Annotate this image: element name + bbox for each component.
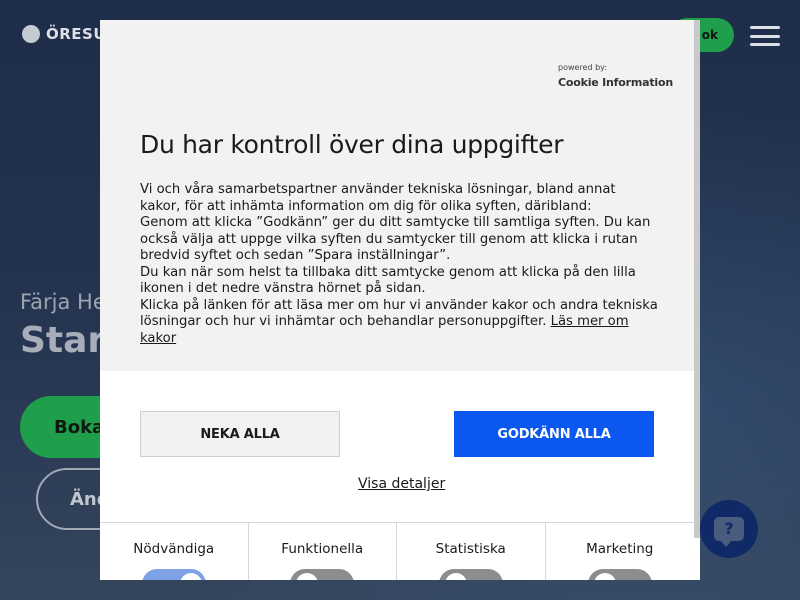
logo-icon (22, 25, 40, 43)
category-marketing: Marketing (546, 523, 695, 580)
toggle-knob (593, 573, 616, 580)
category-statistics: Statistiska (397, 523, 546, 580)
help-chat-button[interactable]: ? (700, 500, 758, 558)
category-necessary: Nödvändiga (100, 523, 249, 580)
toggle-knob (179, 573, 202, 580)
consent-paragraph: Vi och våra samarbetspartner använder te… (140, 182, 616, 214)
category-label: Marketing (586, 541, 654, 557)
consent-paragraph: Genom att klicka ”Godkänn” ger du ditt s… (140, 215, 651, 263)
category-functional: Funktionella (249, 523, 397, 580)
accept-all-button[interactable]: GODKÄNN ALLA (454, 411, 654, 457)
statistics-toggle[interactable] (438, 569, 503, 580)
cookie-consent-dialog: powered by: Cookie Information Du har ko… (100, 20, 700, 580)
category-label: Nödvändiga (133, 541, 215, 557)
category-label: Statistiska (435, 541, 506, 557)
scrollbar-thumb[interactable] (694, 20, 700, 538)
functional-toggle[interactable] (290, 569, 355, 580)
chat-question-icon: ? (714, 517, 744, 547)
category-label: Funktionella (281, 541, 364, 557)
marketing-toggle[interactable] (587, 569, 652, 580)
cookie-information-logo: Cookie Information (558, 76, 673, 89)
consent-categories: Nödvändiga Funktionella Statistiska Mark… (100, 522, 694, 580)
hamburger-menu-icon[interactable] (750, 26, 780, 46)
powered-by-badge: powered by: Cookie Information (558, 64, 673, 89)
necessary-toggle[interactable] (141, 569, 206, 580)
powered-by-label: powered by: (558, 63, 608, 72)
dialog-scrollbar[interactable] (694, 20, 700, 538)
show-details-link[interactable]: Visa detaljer (358, 476, 445, 492)
consent-title: Du har kontroll över dina uppgifter (140, 130, 564, 159)
consent-paragraph-with-link: Klicka på länken för att läsa mer om hur… (140, 298, 660, 348)
consent-paragraph: Du kan när som helst ta tillbaka ditt sa… (140, 264, 636, 297)
hero-eyebrow: Färja He (20, 290, 106, 314)
deny-all-button[interactable]: NEKA ALLA (140, 411, 340, 457)
toggle-knob (444, 573, 467, 580)
consent-description: Vi och våra samarbetspartner använder te… (140, 182, 660, 347)
toggle-knob (296, 573, 319, 580)
